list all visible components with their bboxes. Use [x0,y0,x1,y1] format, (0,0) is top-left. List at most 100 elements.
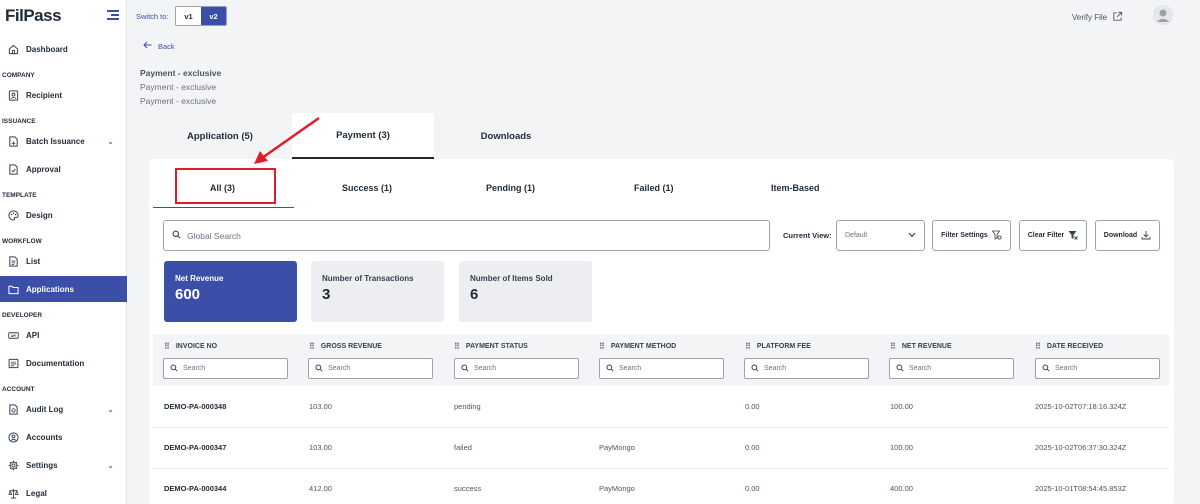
column-header-label: PAYMENT STATUS [465,343,528,350]
version-switch: v1 v2 [175,6,227,26]
verify-file-link[interactable]: Verify File [1072,11,1123,24]
sidebar-item-settings[interactable]: Settings ⌄ [0,452,127,478]
sidebar-item-api[interactable]: API API [0,322,127,348]
user-avatar[interactable] [1153,5,1173,25]
clear-filter-button[interactable]: Clear Filter [1019,220,1087,251]
cell-gross-revenue: 412.00 [309,484,332,493]
sidebar-item-recipient[interactable]: Recipient [0,82,127,108]
cell-platform-fee: 0.00 [745,402,760,411]
page-subtitle-1: Payment - exclusive [140,82,217,92]
page-title: Payment - exclusive [140,68,222,78]
column-search-placeholder: Search [328,365,351,372]
sidebar-item-label: List [26,256,41,266]
subtab-failed[interactable]: Failed (1) [634,183,674,193]
column-header-label: NET REVENUE [901,343,952,350]
column-search-platform-fee[interactable]: Search [744,358,869,379]
drag-handle-icon[interactable]: ⠿ [164,342,170,351]
cell-date-received: 2025-10-02T06:37:30.324Z [1035,443,1127,452]
sidebar-item-batch-issuance[interactable]: Batch Issuance ⌄ [0,128,127,154]
back-link[interactable]: Back [143,41,175,51]
sidebar-item-label: Documentation [26,358,85,368]
column-search-gross-revenue[interactable]: Search [308,358,433,379]
sidebar-item-label: Batch Issuance [26,136,85,146]
annotation-highlight-box [175,168,276,204]
section-issuance: ISSUANCE [2,118,36,125]
column-header-platform-fee[interactable]: ⠿ PLATFORM FEE [745,342,811,351]
sidebar: FilPass Dashboard COMPANY Recipient ISSU… [0,0,127,504]
column-search-invoice-no[interactable]: Search [163,358,288,379]
column-header-date-received[interactable]: ⠿ DATE RECEIVED [1035,342,1103,351]
column-search-net-revenue[interactable]: Search [889,358,1014,379]
sidebar-item-accounts[interactable]: Accounts [0,424,127,450]
subtab-pending[interactable]: Pending (1) [486,183,535,193]
user-circle-icon [8,431,19,443]
payment-card [149,159,1174,504]
cell-gross-revenue: 103.00 [309,443,332,452]
column-header-payment-status[interactable]: ⠿ PAYMENT STATUS [454,342,528,351]
clear-filter-label: Clear Filter [1027,232,1065,239]
current-view-label: Current View: [783,231,832,240]
column-search-placeholder: Search [909,365,932,372]
download-icon [1141,230,1151,242]
drag-handle-icon[interactable]: ⠿ [309,342,315,351]
column-header-gross-revenue[interactable]: ⠿ GROSS REVENUE [309,342,382,351]
column-search-date-received[interactable]: Search [1035,358,1160,379]
column-header-invoice-no[interactable]: ⠿ INVOICE NO [164,342,217,351]
sidebar-item-approval[interactable]: Approval [0,156,127,182]
cell-invoice-no[interactable]: DEMO-PA-000344 [164,484,226,493]
sidebar-item-label: Settings [26,460,58,470]
filpass-logo[interactable]: FilPass [5,6,62,26]
drag-handle-icon[interactable]: ⠿ [890,342,896,351]
sidebar-item-label: Legal [26,488,47,498]
subtab-item-based[interactable]: Item-Based [771,183,820,193]
version-v2-button[interactable]: v2 [201,7,226,25]
arrow-left-icon [143,41,152,51]
filter-settings-icon [991,230,1002,242]
search-icon [896,363,904,374]
current-view-value: Default [845,232,868,239]
cell-platform-fee: 0.00 [745,484,760,493]
cell-net-revenue: 100.00 [890,402,913,411]
batch-document-icon [8,135,19,147]
drag-handle-icon[interactable]: ⠿ [599,342,605,351]
list-document-icon [8,255,19,267]
folder-icon [8,284,19,295]
filter-settings-button[interactable]: Filter Settings [932,220,1011,251]
section-template: TEMPLATE [2,192,37,199]
version-v1-button[interactable]: v1 [176,7,201,25]
global-search-input[interactable] [187,230,747,241]
cell-invoice-no[interactable]: DEMO-PA-000347 [164,443,226,452]
sidebar-item-design[interactable]: Design [0,202,127,228]
cell-invoice-no[interactable]: DEMO-PA-000348 [164,402,226,411]
drag-handle-icon[interactable]: ⠿ [745,342,751,351]
download-button[interactable]: Download [1095,220,1160,251]
drag-handle-icon[interactable]: ⠿ [1035,342,1041,351]
sidebar-item-dashboard[interactable]: Dashboard [0,36,127,62]
stat-value: 3 [322,286,331,303]
sidebar-item-list[interactable]: List [0,248,127,274]
recipient-icon [8,89,19,101]
column-search-payment-status[interactable]: Search [454,358,579,379]
sidebar-item-documentation[interactable]: Documentation [0,350,127,376]
sidebar-item-audit-log[interactable]: Audit Log ⌄ [0,396,127,422]
stat-value: 600 [175,286,201,303]
current-view-select[interactable]: Default [836,220,925,251]
column-header-label: PAYMENT METHOD [610,343,677,350]
tab-downloads[interactable]: Downloads [436,113,576,159]
column-search-payment-method[interactable]: Search [599,358,724,379]
sidebar-item-label: API [26,330,40,340]
column-search-placeholder: Search [619,365,642,372]
column-header-payment-method[interactable]: ⠿ PAYMENT METHOD [599,342,676,351]
svg-text:API: API [11,333,17,337]
gear-icon [8,460,19,471]
column-header-net-revenue[interactable]: ⠿ NET REVENUE [890,342,952,351]
menu-toggle-icon[interactable] [107,10,119,20]
search-icon [461,363,469,374]
sidebar-item-applications[interactable]: Applications [0,276,127,302]
subtab-success[interactable]: Success (1) [342,183,392,193]
column-header-label: INVOICE NO [175,343,218,350]
drag-handle-icon[interactable]: ⠿ [454,342,460,351]
palette-icon [8,209,19,221]
search-icon [606,363,614,374]
sidebar-item-legal[interactable]: Legal [0,480,127,504]
